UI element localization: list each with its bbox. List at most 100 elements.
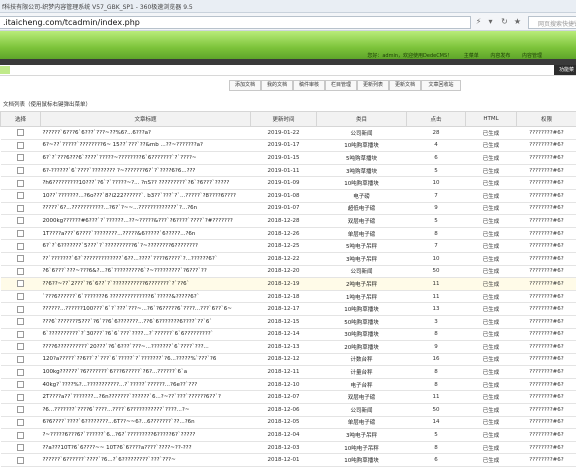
- function-menu-label[interactable]: 功能菜: [554, 65, 576, 75]
- category-link[interactable]: 公司新闻: [350, 408, 372, 414]
- select-checkbox[interactable]: [17, 343, 24, 350]
- category-link[interactable]: 电子磅: [353, 194, 370, 200]
- category-link[interactable]: 计数台秤: [350, 357, 372, 363]
- table-row[interactable]: ??????`6???6`6???`???~??%6?...6???a?2019…: [1, 127, 576, 140]
- article-title-link[interactable]: ??6??~??`2???`?6`6??`?`???????????6?????…: [43, 281, 190, 287]
- table-row[interactable]: ?h6?????????10???`?6`?`?????~?... ?nS?? …: [1, 177, 576, 190]
- category-link[interactable]: 计量台秤: [350, 370, 372, 376]
- category-link[interactable]: 5吨电子吊秤: [346, 244, 377, 250]
- table-row[interactable]: 6?~??`?????`????????6~ 15??`???`??&mb ..…: [1, 139, 576, 152]
- article-title-link[interactable]: 2000kg??????#6???`?`??????...??~?????&??…: [43, 218, 233, 224]
- col-clicks[interactable]: 点击: [407, 112, 466, 127]
- article-title-link[interactable]: ??????`6??????`????`?6...?`6?????????`??…: [43, 457, 176, 463]
- table-row[interactable]: 2000kg??????#6???`?`??????...??~?????&??…: [1, 215, 576, 228]
- article-title-link[interactable]: ?????`6?...???????????...?6?`?~~...?????…: [43, 205, 198, 211]
- article-title-link[interactable]: 120?a?????`??6??`?`???`6`?????`?`???????…: [43, 356, 217, 362]
- star-icon[interactable]: ★: [513, 17, 522, 26]
- select-checkbox[interactable]: [17, 369, 24, 376]
- select-checkbox[interactable]: [17, 243, 24, 250]
- category-link[interactable]: 20吨购草播块: [344, 345, 379, 351]
- table-row[interactable]: 10??`???????...?6o???`8?i222??????`. b3?…: [1, 189, 576, 202]
- select-checkbox[interactable]: [17, 129, 24, 136]
- article-title-link[interactable]: 40kg?`????%?...???????????...?`?????`???…: [43, 382, 198, 388]
- select-checkbox[interactable]: [17, 444, 24, 451]
- article-title-link[interactable]: 6?~??`?????`????????6~ 15??`???`??&mb ..…: [43, 142, 203, 148]
- category-link[interactable]: 1吨电子吊秤: [346, 295, 377, 301]
- refresh-icon[interactable]: ↻: [500, 17, 509, 26]
- select-checkbox[interactable]: [17, 192, 24, 199]
- select-checkbox[interactable]: [17, 331, 24, 338]
- select-checkbox[interactable]: [17, 394, 24, 401]
- col-time[interactable]: 更新时间: [251, 112, 317, 127]
- select-checkbox[interactable]: [17, 205, 24, 212]
- article-title-link[interactable]: ??????`6???6`6???`???~??%6?...6???a?: [43, 130, 151, 136]
- select-checkbox[interactable]: [17, 293, 24, 300]
- table-row[interactable]: 6?-??????`6`????`???????? ?~???????6?`?`…: [1, 164, 576, 177]
- table-row[interactable]: 1T????a???`6????`????????...?????&6?????…: [1, 227, 576, 240]
- select-checkbox[interactable]: [17, 167, 24, 174]
- address-bar[interactable]: .itaicheng.com/tcadmin/index.php: [0, 16, 471, 29]
- table-row[interactable]: 100kg??????`?6???????`6???6?????`?6?...?…: [1, 366, 576, 379]
- article-title-link[interactable]: ??a???10T?6`6????~~ 10T?6`6????a????`???…: [43, 445, 192, 451]
- select-checkbox[interactable]: [17, 180, 24, 187]
- table-row[interactable]: 6`??????????`?`30???`?6`6`???`????...?`?…: [1, 328, 576, 341]
- article-title-link[interactable]: 6?`?`6???????`5???`?`??????????6`?~?????…: [43, 243, 198, 249]
- article-title-link[interactable]: 10??`???????...?6o???`8?i222??????`. b3?…: [43, 193, 236, 199]
- update-list-button[interactable]: 更新列表: [357, 80, 389, 91]
- col-title[interactable]: 文章标题: [41, 112, 251, 127]
- select-checkbox[interactable]: [17, 154, 24, 161]
- table-row[interactable]: ?????`6?...???????????...?6?`?~~...?????…: [1, 202, 576, 215]
- category-link[interactable]: 电子台秤: [350, 383, 372, 389]
- table-row[interactable]: ?6...???????`????6`????...????`6????????…: [1, 404, 576, 417]
- select-checkbox[interactable]: [17, 318, 24, 325]
- table-row[interactable]: ???6`???????5???`?6`??6`6???????...??6`6…: [1, 315, 576, 328]
- recycle-bin-button[interactable]: 文章回收站: [421, 80, 461, 91]
- lightning-icon[interactable]: ⚡: [474, 17, 483, 26]
- table-row[interactable]: ????6??????????`20???`?6`6???`???~...???…: [1, 341, 576, 354]
- select-checkbox[interactable]: [17, 230, 24, 237]
- select-checkbox[interactable]: [17, 217, 24, 224]
- category-link[interactable]: 10吨购草播块: [344, 458, 379, 464]
- table-row[interactable]: 6?6????`????`6????????...6T??~~6?...6???…: [1, 416, 576, 429]
- article-title-link[interactable]: 100kg??????`?6???????`6???6?????`?6?...?…: [43, 369, 188, 375]
- article-title-link[interactable]: ???6`???????5???`?6`??6`6???????...??6`6…: [43, 319, 213, 325]
- table-row[interactable]: ?~?????6???6?`??????`6...?6?`?????????6?…: [1, 429, 576, 442]
- article-title-link[interactable]: ??????...??????100???`6`?`???`???~...?6`…: [43, 306, 232, 312]
- search-box[interactable]: 网页搜索快捷键: [528, 16, 576, 29]
- select-checkbox[interactable]: [17, 280, 24, 287]
- select-checkbox[interactable]: [17, 356, 24, 363]
- category-link[interactable]: 10吨购草播块: [344, 143, 379, 149]
- add-document-button[interactable]: 添加文档: [229, 80, 261, 91]
- table-row[interactable]: 40kg?`????%?...???????????...?`?????`???…: [1, 378, 576, 391]
- category-link[interactable]: 3吨购草播块: [346, 169, 377, 175]
- article-title-link[interactable]: ????6??????????`20???`?6`6???`???~...???…: [43, 344, 209, 350]
- category-link[interactable]: 双层电子磅: [348, 219, 376, 225]
- select-checkbox[interactable]: [17, 255, 24, 262]
- category-link[interactable]: 3吨电子吊秤: [346, 433, 377, 439]
- article-title-link[interactable]: ??`???????`6?`?????????????`6??...????`?…: [43, 256, 218, 262]
- category-link[interactable]: 单层电子磅: [348, 420, 376, 426]
- article-title-link[interactable]: ?h6?????????10???`?6`?`?????~?... ?nS?? …: [43, 180, 230, 186]
- select-checkbox[interactable]: [17, 457, 24, 464]
- category-link[interactable]: 2吨电子吊秤: [346, 282, 377, 288]
- category-link[interactable]: 10吨购草播块: [344, 307, 379, 313]
- select-checkbox[interactable]: [17, 306, 24, 313]
- dropdown-icon[interactable]: ▾: [486, 17, 495, 26]
- update-docs-button[interactable]: 更新文档: [389, 80, 421, 91]
- article-title-link[interactable]: `???6??????`6`???????6 ??????????????6`?…: [43, 294, 200, 300]
- category-link[interactable]: 10吨电子吊秤: [344, 446, 379, 452]
- category-link[interactable]: 单层电子磅: [348, 232, 376, 238]
- category-link[interactable]: 双层电子磅: [348, 395, 376, 401]
- article-title-link[interactable]: 1T????a???`6????`????????...?????&6?????…: [43, 231, 196, 237]
- category-link[interactable]: 50吨购草播块: [344, 320, 379, 326]
- table-row[interactable]: 2T????a??`???????...?6n???????`??????`6.…: [1, 391, 576, 404]
- table-row[interactable]: ??`???????`6?`?????????????`6??...????`?…: [1, 252, 576, 265]
- category-link[interactable]: 30吨购草播块: [344, 332, 379, 338]
- table-row[interactable]: `???6??????`6`???????6 ??????????????6`?…: [1, 290, 576, 303]
- article-title-link[interactable]: 6`??????????`?`30???`?6`6`???`????...?`?…: [43, 331, 214, 337]
- table-row[interactable]: 6?`?`???6???6`????`?????~????????6`6????…: [1, 152, 576, 165]
- column-manage-button[interactable]: 栏目管理: [325, 80, 357, 91]
- category-link[interactable]: 超低电子磅: [348, 206, 376, 212]
- table-row[interactable]: 6?`?`6???????`5???`?`??????????6`?~?????…: [1, 240, 576, 253]
- article-title-link[interactable]: 6?6????`????`6????????...6T??~~6?...6???…: [43, 419, 195, 425]
